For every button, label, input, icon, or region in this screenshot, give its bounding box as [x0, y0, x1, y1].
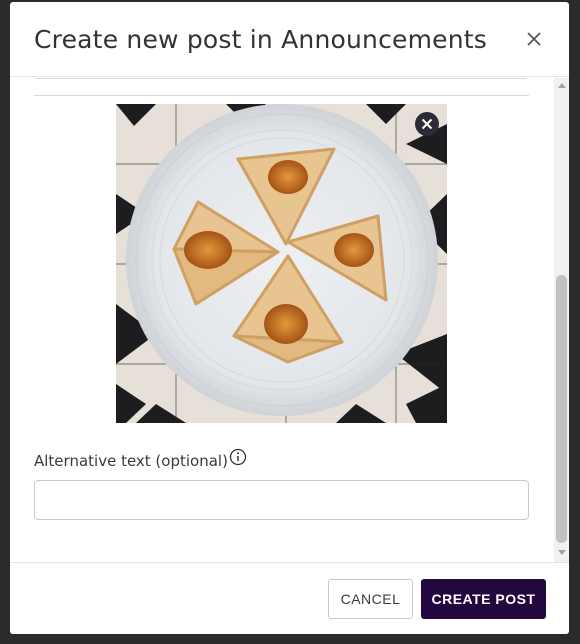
create-post-button[interactable]: CREATE POST [421, 579, 546, 619]
scroll-down-arrow-icon[interactable] [558, 550, 566, 555]
close-icon[interactable] [524, 29, 544, 49]
cancel-button[interactable]: CANCEL [328, 579, 413, 619]
divider [34, 95, 529, 96]
modal-header: Create new post in Announcements [10, 2, 569, 77]
uploaded-image [116, 104, 447, 423]
scroll-thumb[interactable] [556, 275, 567, 543]
alt-text-label: Alternative text (optional) [34, 452, 228, 470]
modal-body: Alternative text (optional) [10, 78, 554, 562]
scrollbar[interactable] [554, 78, 569, 562]
create-post-modal: Create new post in Announcements Alterna… [10, 2, 569, 634]
modal-footer: CANCEL CREATE POST [10, 562, 569, 634]
remove-image-icon[interactable] [414, 111, 440, 137]
alt-text-input[interactable] [34, 480, 529, 520]
scroll-up-arrow-icon[interactable] [558, 83, 566, 88]
info-icon[interactable] [229, 448, 247, 466]
divider [36, 78, 527, 79]
food-photo [116, 104, 447, 423]
modal-title: Create new post in Announcements [34, 25, 488, 54]
